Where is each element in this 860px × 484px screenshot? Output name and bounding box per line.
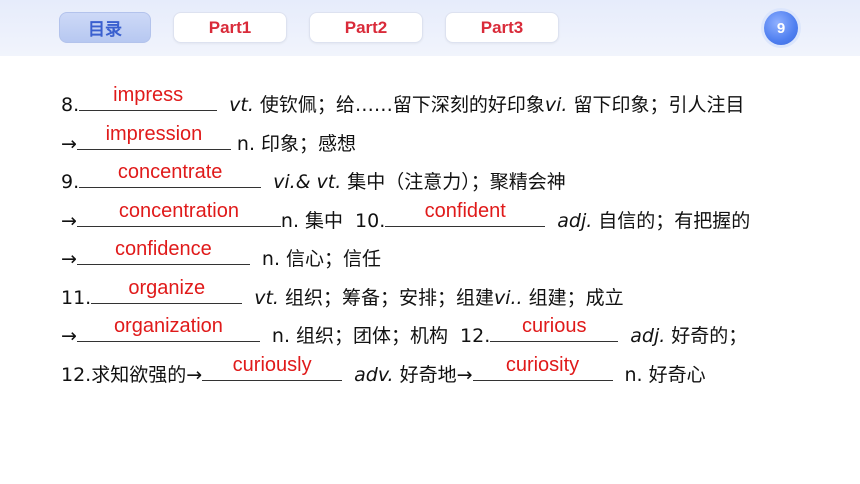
arrow: → xyxy=(61,209,77,232)
answer-blank: organize xyxy=(91,277,243,304)
item-number: 12. xyxy=(460,325,491,347)
definition: 组建；成立 xyxy=(528,286,624,309)
part-of-speech: vi.& xyxy=(273,171,311,193)
definition: 集中（注意力）；聚精会神 xyxy=(347,171,566,193)
tab-contents[interactable]: 目录 xyxy=(59,12,151,43)
item-prefix: 12.求知欲强的→ xyxy=(61,363,203,386)
vocab-line-12: → organization n. 组织；团体；机构 12. curious adj. 好奇… xyxy=(61,315,841,356)
tab-part1[interactable]: Part1 xyxy=(173,12,287,43)
arrow: → xyxy=(61,248,77,270)
vocab-line-curious-forms: 12.求知欲强的→ curiously adv. 好奇地→ curiosity n. 好奇… xyxy=(61,354,841,395)
definition: 印象；感想 xyxy=(261,132,357,155)
definition: 使钦佩；给……留下深刻的好印象 xyxy=(259,94,545,116)
vocab-line-8: 8. impress vt. 使钦佩；给……留下深刻的好印象vi. 留下印象；引人注目 xyxy=(61,84,841,125)
answer-text: impression xyxy=(105,122,203,145)
part-of-speech: vi. xyxy=(544,94,568,116)
answer-text: concentration xyxy=(118,199,239,222)
part-of-speech: vt. xyxy=(229,94,254,116)
answer-blank: concentration xyxy=(76,200,281,227)
answer-blank: impression xyxy=(76,123,231,150)
definition: 自信的；有把握的 xyxy=(598,209,751,232)
answer-blank: curious xyxy=(490,315,619,342)
part-of-speech: vt. xyxy=(316,171,342,193)
answer-text: confident xyxy=(424,199,506,222)
item-number: 10. xyxy=(355,209,386,232)
definition: 组织；筹备；安排；组建 xyxy=(284,286,494,309)
vocab-line-10: → concentration n. 集中 10. confident adj. 自信的；有… xyxy=(61,200,841,241)
answer-text: impress xyxy=(113,84,184,106)
answer-blank: curiously xyxy=(202,354,343,381)
answer-blank: organization xyxy=(76,315,260,342)
answer-blank: confidence xyxy=(76,238,250,265)
top-navigation-bar: 目录 Part1 Part2 Part3 9 xyxy=(0,0,860,56)
answer-blank: confident xyxy=(385,200,546,227)
vocabulary-exercise: 8. impress vt. 使钦佩；给……留下深刻的好印象vi. 留下印象；引人注目 … xyxy=(61,84,841,395)
definition: n. 组织；团体；机构 xyxy=(271,325,449,347)
definition: n. 信心；信任 xyxy=(261,248,382,270)
part-of-speech: adj. xyxy=(557,209,593,232)
vocab-line-confidence: → confidence n. 信心；信任 xyxy=(61,238,841,279)
answer-text: curiosity xyxy=(505,353,580,376)
answer-blank: concentrate xyxy=(79,161,262,188)
vocab-line-9: 9. concentrate vi.& vt. 集中（注意力）；聚精会神 xyxy=(61,161,841,202)
item-number: 9. xyxy=(61,171,80,193)
tab-part3[interactable]: Part3 xyxy=(445,12,559,43)
item-number: 8. xyxy=(61,94,80,116)
definition: 好奇的； xyxy=(671,325,748,347)
answer-text: confidence xyxy=(115,238,212,260)
answer-text: organization xyxy=(113,315,223,337)
page-number-badge: 9 xyxy=(764,11,798,45)
item-number: 11. xyxy=(61,286,92,309)
answer-text: organize xyxy=(128,276,206,299)
answer-text: curiously xyxy=(232,353,312,376)
answer-text: concentrate xyxy=(117,161,223,183)
part-of-speech: vt. xyxy=(254,286,279,309)
definition: n. 好奇心 xyxy=(624,363,706,386)
definition: n. 集中 xyxy=(280,209,344,232)
answer-text: curious xyxy=(522,315,587,337)
part-of-speech: vi.. xyxy=(493,286,523,309)
tab-part2[interactable]: Part2 xyxy=(309,12,423,43)
definition: 好奇地→ xyxy=(399,363,473,386)
arrow: → xyxy=(61,132,77,155)
part-of-speech: n. xyxy=(236,132,256,155)
vocab-line-11: 11. organize vt. 组织；筹备；安排；组建vi.. 组建；成立 xyxy=(61,277,841,318)
answer-blank: curiosity xyxy=(472,354,613,381)
part-of-speech: adj. xyxy=(630,325,666,347)
definition: 留下印象；引人注目 xyxy=(573,94,745,116)
arrow: → xyxy=(61,325,77,347)
vocab-line-impression: → impression n. 印象；感想 xyxy=(61,123,841,164)
answer-blank: impress xyxy=(79,84,218,111)
part-of-speech: adv. xyxy=(354,363,394,386)
